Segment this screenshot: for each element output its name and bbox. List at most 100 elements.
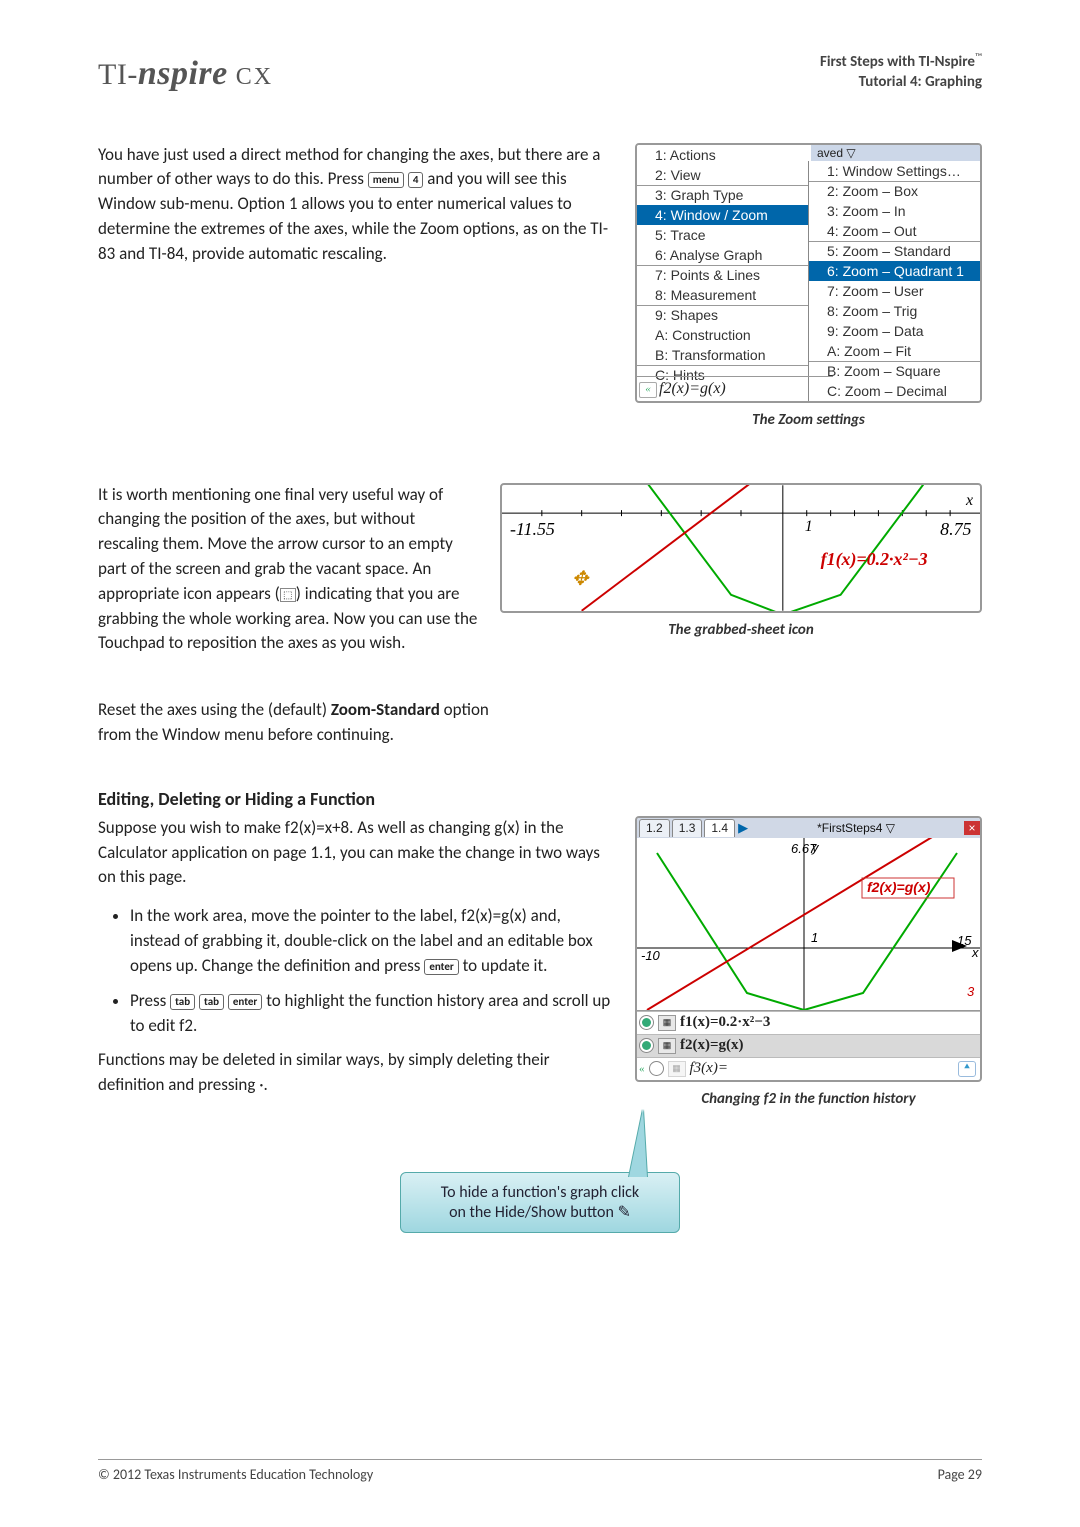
submenu-item[interactable]: 4: Zoom – Out <box>809 221 980 241</box>
show-hide-radio[interactable] <box>649 1061 664 1076</box>
svg-text:3: 3 <box>967 984 975 999</box>
function-label: f1(x)=0.2·x²−3 <box>680 1014 770 1031</box>
svg-text:8.75: 8.75 <box>940 519 971 539</box>
text: to update it. <box>463 955 548 976</box>
callout-line1: To hide a function's graph click <box>441 1183 639 1202</box>
grab-sheet-icon: ⬚ <box>280 588 296 602</box>
function-history-list[interactable]: ▦ f1(x)=0.2·x²−3 ▦ f2(x)=g(x) « ▦ f3(x)=… <box>637 1010 980 1080</box>
page-header: TI-nspire CX First Steps with TI-Nspire™… <box>98 50 982 93</box>
svg-text:x: x <box>971 945 979 960</box>
page-tab[interactable]: 1.3 <box>672 819 703 837</box>
bold-text: Zoom-Standard <box>331 699 440 720</box>
graph-screenshot: 1.2 1.3 1.4 ▶ *FirstSteps4 ▽ × 6.67 y 1 … <box>635 816 982 1082</box>
submenu-item[interactable]: 1: Window Settings… <box>809 161 980 181</box>
bullet-item: In the work area, move the pointer to th… <box>130 904 613 978</box>
menu-item-selected[interactable]: 4: Window / Zoom <box>637 205 811 225</box>
hide-show-callout: To hide a function's graph click on the … <box>400 1172 680 1233</box>
menu-item[interactable]: 7: Points & Lines <box>637 265 811 285</box>
page-tab[interactable]: 1.2 <box>639 819 670 837</box>
entry-text: f2(x)=g(x) <box>659 380 726 397</box>
callout-tail <box>629 1109 647 1177</box>
para-delete: Functions may be deleted in similar ways… <box>98 1048 613 1098</box>
close-icon[interactable]: × <box>964 821 980 835</box>
svg-text:1: 1 <box>805 518 813 535</box>
menu-screenshot: 1: Actions 2: View 3: Graph Type 4: Wind… <box>635 143 982 403</box>
submenu-item[interactable]: 8: Zoom – Trig <box>809 301 980 321</box>
function-row[interactable]: « ▦ f3(x)= ⯅ <box>637 1057 980 1080</box>
para-grab-sheet: It is worth mentioning one final very us… <box>98 483 478 657</box>
submenu-item[interactable]: 5: Zoom – Standard <box>809 241 980 261</box>
tab-bar: 1.2 1.3 1.4 ▶ *FirstSteps4 ▽ × <box>637 818 980 838</box>
entry-line[interactable]: « f2(x)=g(x) <box>637 376 833 401</box>
submenu-item-highlight[interactable]: 6: Zoom – Quadrant 1 <box>809 261 980 281</box>
svg-text:y: y <box>811 840 820 855</box>
figure-grabbed-sheet: -11.55 8.75 1 x f1(x)=0.2·x²−3 ✥ The gra… <box>500 483 982 639</box>
para-edit-intro: Suppose you wish to make f2(x)=x+8. As w… <box>98 816 613 890</box>
expand-icon[interactable]: ⯅ <box>958 1061 976 1077</box>
function-label: f3(x)= <box>690 1060 728 1077</box>
submenu-item[interactable]: 3: Zoom – In <box>809 201 980 221</box>
fig2-caption: The grabbed-sheet icon <box>500 621 982 639</box>
history-arrow-icon[interactable]: « <box>639 1063 645 1075</box>
submenu-item[interactable]: A: Zoom – Fit <box>809 341 980 361</box>
menu-item[interactable]: 3: Graph Type <box>637 185 811 205</box>
submenu-item[interactable]: 2: Zoom – Box <box>809 181 980 201</box>
text: Press <box>130 990 170 1011</box>
color-swatch-icon[interactable]: ▦ <box>658 1015 676 1031</box>
menu-item[interactable]: 5: Trace <box>637 225 811 245</box>
callout-line2: on the Hide/Show button ✎ <box>441 1202 639 1222</box>
submenu-item[interactable]: 9: Zoom – Data <box>809 321 980 341</box>
header-right: First Steps with TI-Nspire™ Tutorial 4: … <box>820 50 982 93</box>
window-submenu: 1: Window Settings… 2: Zoom – Box 3: Zoo… <box>808 161 980 401</box>
svg-text:-10: -10 <box>641 948 661 963</box>
menu-item[interactable]: 2: View <box>637 165 811 185</box>
figure-function-history: 1.2 1.3 1.4 ▶ *FirstSteps4 ▽ × 6.67 y 1 … <box>635 816 982 1108</box>
svg-text:f1(x)=0.2·x²−3: f1(x)=0.2·x²−3 <box>821 548 928 569</box>
doc-title: *FirstSteps4 ▽ <box>748 821 964 835</box>
color-swatch-icon[interactable]: ▦ <box>658 1038 676 1054</box>
submenu-item[interactable]: B: Zoom – Square <box>809 361 980 381</box>
menu-item[interactable]: 8: Measurement <box>637 285 811 305</box>
page-number: Page 29 <box>938 1466 982 1483</box>
function-label: f2(x)=g(x) <box>680 1037 744 1054</box>
fig3-caption: Changing f2 in the function history <box>635 1090 982 1108</box>
page-footer: © 2012 Texas Instruments Education Techn… <box>98 1459 982 1483</box>
main-menu-column: 1: Actions 2: View 3: Graph Type 4: Wind… <box>637 145 812 377</box>
enter-key: enter <box>424 959 458 975</box>
show-hide-radio[interactable] <box>639 1015 654 1030</box>
svg-text:f2(x)=g(x): f2(x)=g(x) <box>867 879 931 895</box>
hdr-line2: Tutorial 4: Graphing <box>820 72 982 92</box>
svg-text:✥: ✥ <box>572 567 590 589</box>
menu-item[interactable]: B: Transformation <box>637 345 811 365</box>
svg-text:x: x <box>965 492 973 509</box>
tab-key: tab <box>170 994 195 1010</box>
submenu-item[interactable]: 7: Zoom – User <box>809 281 980 301</box>
para-axes-intro: You have just used a direct method for c… <box>98 143 613 267</box>
svg-text:1: 1 <box>811 930 818 945</box>
menu-item[interactable]: 1: Actions <box>637 145 811 165</box>
logo-main: nspire <box>138 55 228 92</box>
logo-cx: CX <box>228 64 273 90</box>
menu-item[interactable]: 9: Shapes <box>637 305 811 325</box>
menu-item[interactable]: 6: Analyse Graph <box>637 245 811 265</box>
section-heading: Editing, Deleting or Hiding a Function <box>98 788 982 810</box>
page-tab-current[interactable]: 1.4 <box>704 819 735 837</box>
logo-pre: TI- <box>98 58 138 91</box>
logo: TI-nspire CX <box>98 55 273 93</box>
menu-key: menu <box>368 172 404 188</box>
submenu-item[interactable]: C: Zoom – Decimal <box>809 381 980 401</box>
titlebar-saved: aved ▽ <box>811 145 980 161</box>
function-row[interactable]: ▦ f1(x)=0.2·x²−3 <box>637 1011 980 1034</box>
fig1-caption: The Zoom settings <box>635 411 982 429</box>
axis-screenshot: -11.55 8.75 1 x f1(x)=0.2·x²−3 ✥ <box>500 483 982 613</box>
svg-text:-11.55: -11.55 <box>510 519 555 539</box>
show-hide-radio[interactable] <box>639 1038 654 1053</box>
enter-key: enter <box>228 994 262 1010</box>
menu-item[interactable]: A: Construction <box>637 325 811 345</box>
color-swatch-icon[interactable]: ▦ <box>668 1061 686 1077</box>
copyright: © 2012 Texas Instruments Education Techn… <box>98 1466 373 1483</box>
text: Reset the axes using the (default) <box>98 699 331 720</box>
history-arrow-icon[interactable]: « <box>639 382 657 398</box>
para-reset-axes: Reset the axes using the (default) Zoom-… <box>98 698 518 748</box>
function-row-selected[interactable]: ▦ f2(x)=g(x) <box>637 1034 980 1057</box>
